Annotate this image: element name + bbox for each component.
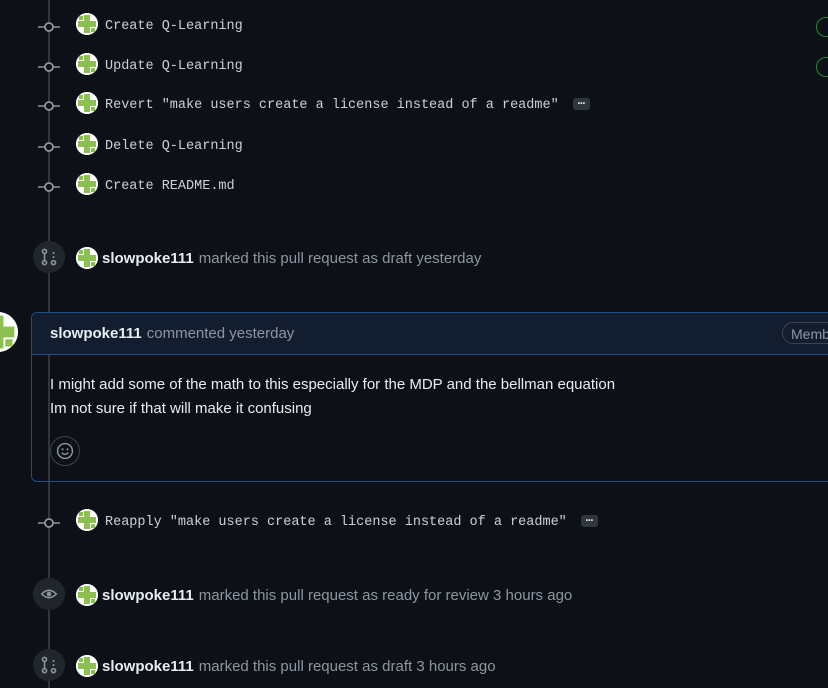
- commit-row: Delete Q-Learning: [0, 133, 828, 159]
- smiley-icon: [56, 442, 74, 460]
- expand-commit-button[interactable]: …: [580, 512, 598, 528]
- timeline-event-ready: slowpoke111 marked this pull request as r…: [76, 583, 572, 607]
- timeline-event-draft: slowpoke111 marked this pull request as d…: [76, 654, 496, 678]
- comment-line: I might add some of the math to this esp…: [50, 376, 616, 393]
- verified-badge[interactable]: [816, 17, 828, 37]
- comment-header: slowpoke111 commented yesterday Member: [32, 313, 828, 355]
- avatar[interactable]: [76, 584, 98, 606]
- member-badge: Member: [782, 322, 828, 344]
- commit-icon: [38, 22, 60, 32]
- commit-icon: [38, 62, 60, 72]
- comment-avatar[interactable]: [0, 312, 18, 352]
- commit-icon: [38, 518, 60, 528]
- commit-row: Update Q-Learning: [0, 53, 828, 79]
- commit-message[interactable]: Create Q-Learning: [105, 19, 243, 34]
- author-link[interactable]: slowpoke111: [102, 587, 194, 604]
- avatar[interactable]: [76, 133, 98, 155]
- commit-row: Create README.md: [0, 173, 828, 199]
- commit-icon: [38, 142, 60, 152]
- author-link[interactable]: slowpoke111: [102, 250, 194, 267]
- comment-body: I might add some of the math to this esp…: [32, 355, 828, 421]
- event-text: marked this pull request as draft 3 hour…: [198, 657, 496, 675]
- avatar[interactable]: [76, 247, 98, 269]
- commit-message[interactable]: Reapply "make users create a license ins…: [105, 515, 567, 530]
- commit-row: Reapply "make users create a license ins…: [0, 509, 828, 535]
- commit-row: Revert "make users create a license inst…: [0, 92, 828, 118]
- comment-card: slowpoke111 commented yesterday Member I …: [31, 312, 828, 482]
- comment-timestamp[interactable]: commented yesterday: [147, 325, 295, 342]
- commit-row: Create Q-Learning: [0, 13, 828, 39]
- commit-icon: [38, 101, 60, 111]
- pull-request-draft-icon: [33, 649, 65, 681]
- avatar[interactable]: [76, 655, 98, 677]
- author-link[interactable]: slowpoke111: [50, 325, 142, 342]
- timeline-event-draft: slowpoke111 marked this pull request as d…: [76, 246, 481, 270]
- pull-request-draft-icon: [33, 241, 65, 273]
- commit-message-with-expander: Revert "make users create a license inst…: [105, 95, 590, 113]
- commit-message[interactable]: Revert "make users create a license inst…: [105, 98, 559, 113]
- verified-badge[interactable]: [816, 57, 828, 77]
- add-reaction-button[interactable]: [50, 436, 80, 466]
- comment-line: Im not sure if that will make it confusi…: [50, 400, 312, 417]
- expand-commit-button[interactable]: …: [572, 95, 590, 111]
- commit-message[interactable]: Delete Q-Learning: [105, 139, 243, 154]
- avatar[interactable]: [76, 509, 98, 531]
- commit-message[interactable]: Update Q-Learning: [105, 59, 243, 74]
- commit-message-with-expander: Reapply "make users create a license ins…: [105, 512, 598, 530]
- avatar[interactable]: [76, 92, 98, 114]
- commit-message[interactable]: Create README.md: [105, 179, 235, 194]
- event-text: marked this pull request as draft yester…: [198, 249, 482, 267]
- avatar[interactable]: [76, 173, 98, 195]
- event-text: marked this pull request as ready for re…: [198, 586, 573, 604]
- avatar[interactable]: [76, 13, 98, 35]
- avatar[interactable]: [76, 53, 98, 75]
- commit-icon: [38, 182, 60, 192]
- author-link[interactable]: slowpoke111: [102, 658, 194, 675]
- eye-icon: [33, 578, 65, 610]
